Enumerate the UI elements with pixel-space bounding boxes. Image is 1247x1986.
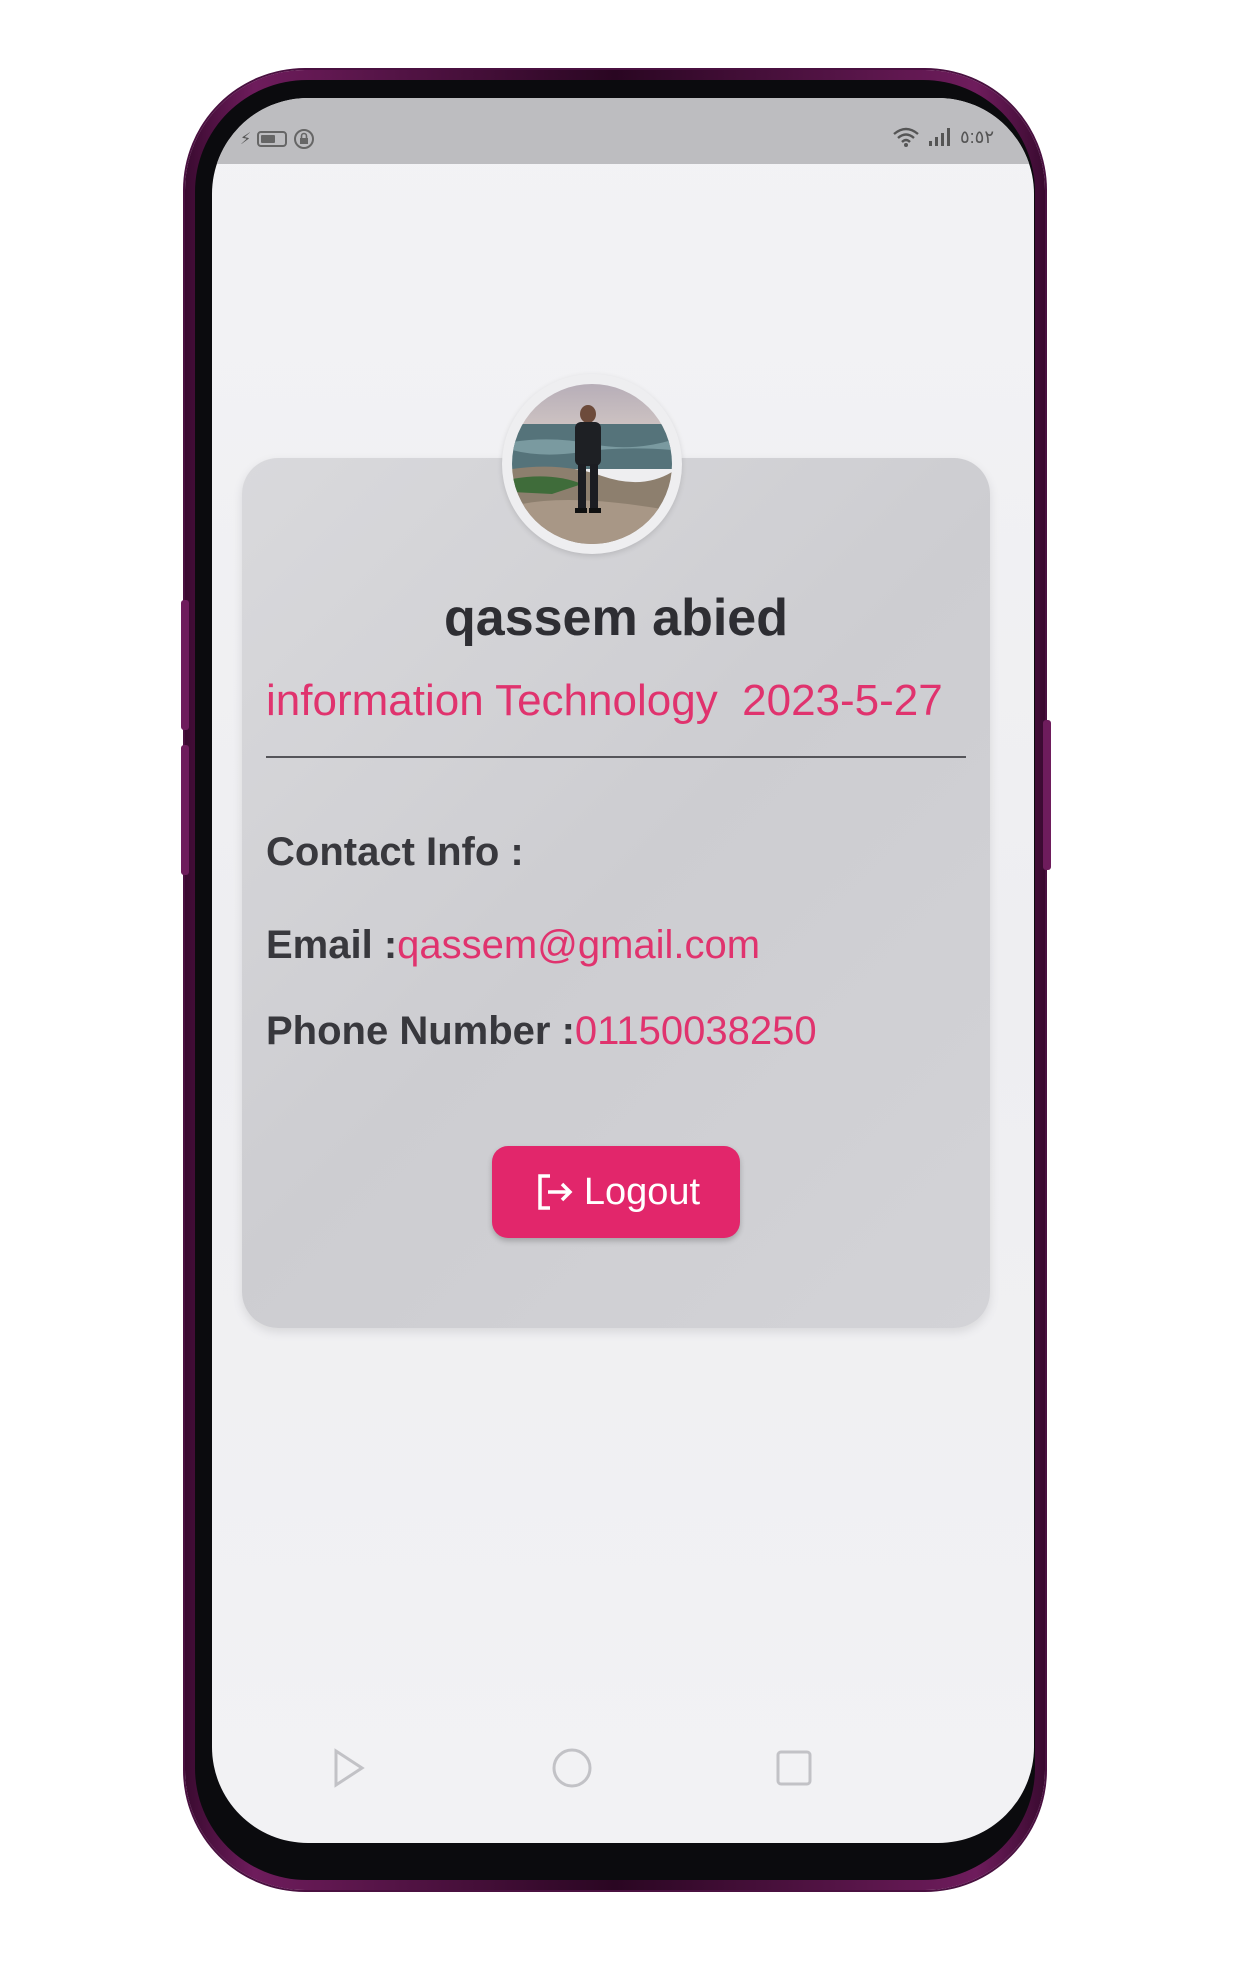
email-label: Email : xyxy=(266,923,398,967)
status-left: ⚡ xyxy=(240,128,315,150)
home-circle-icon[interactable] xyxy=(547,1743,597,1793)
avatar xyxy=(512,384,672,544)
power-button xyxy=(1043,720,1051,870)
email-row: Email :qassem@gmail.com xyxy=(266,923,760,968)
logout-label: Logout xyxy=(583,1170,701,1213)
volume-button xyxy=(181,600,189,730)
status-time: ٥:٥٢ xyxy=(959,126,994,147)
profile-subtitle: information Technology 2023-5-27 xyxy=(266,676,943,725)
navigation-bar xyxy=(212,1743,1034,1803)
logout-icon xyxy=(538,1174,573,1210)
phone-label: Phone Number : xyxy=(266,1009,575,1053)
avatar-photo xyxy=(512,384,672,544)
status-right: ٥:٥٢ xyxy=(892,126,994,148)
lock-rotation-icon xyxy=(294,129,315,149)
recents-square-icon[interactable] xyxy=(769,1743,819,1793)
volume-button-lower xyxy=(181,745,189,875)
back-triangle-icon[interactable] xyxy=(322,1743,372,1793)
phone-value: 01150038250 xyxy=(574,1009,817,1053)
avatar-ring xyxy=(502,374,682,554)
battery-icon xyxy=(257,131,288,147)
logout-button[interactable]: Logout xyxy=(492,1146,740,1238)
signal-icon xyxy=(928,128,950,146)
email-value: qassem@gmail.com xyxy=(397,923,761,967)
status-bar: ⚡ ٥:٥٢ xyxy=(212,98,1034,164)
divider xyxy=(266,756,966,758)
usb-icon: ⚡ xyxy=(240,131,252,148)
contact-heading: Contact Info : xyxy=(266,830,524,874)
screen: ⚡ ٥:٥٢ qassem abied information Technolo… xyxy=(212,98,1034,1843)
profile-card: qassem abied information Technology 2023… xyxy=(242,458,990,1328)
profile-name: qassem abied xyxy=(444,589,788,647)
wifi-icon xyxy=(893,127,919,147)
phone-row: Phone Number :01150038250 xyxy=(266,1009,817,1054)
